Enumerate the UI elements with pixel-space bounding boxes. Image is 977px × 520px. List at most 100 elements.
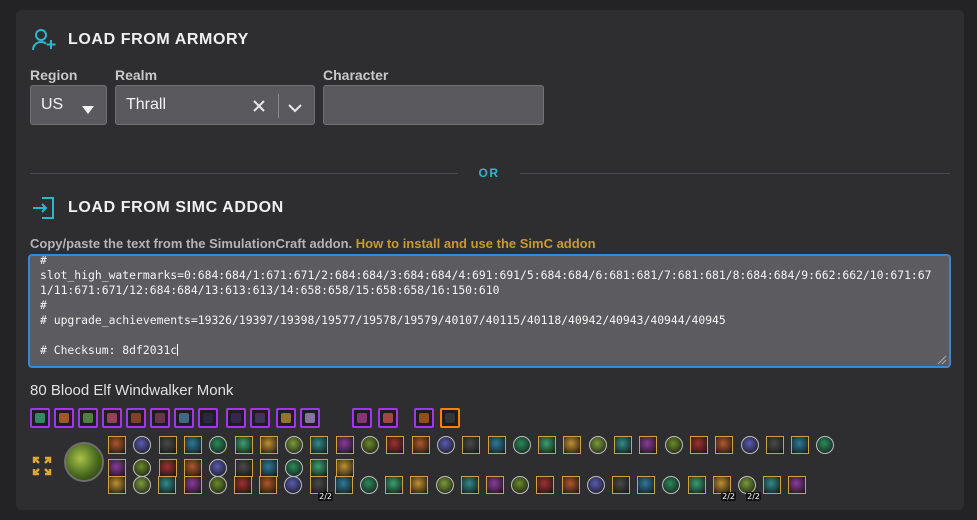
talent-icon[interactable]: 2/2 [310,476,333,501]
talent-icon[interactable] [538,436,556,454]
talent-icon[interactable] [235,459,253,477]
talent-icon[interactable] [360,476,378,494]
talent-icon[interactable] [184,436,202,454]
talent-icon[interactable] [235,436,253,454]
chevron-down-icon [82,101,94,119]
talent-icon[interactable] [410,476,428,494]
talent-icon[interactable] [741,436,759,454]
gear-slot-icon[interactable] [352,408,372,428]
expand-icon[interactable] [32,456,52,476]
gear-slot-icon[interactable] [198,408,218,428]
talent-icon[interactable] [209,476,227,494]
gear-slot-icon[interactable] [276,408,296,428]
talent-icon[interactable] [462,436,480,454]
realm-select[interactable]: Thrall [115,85,315,125]
talent-icon[interactable] [209,436,227,454]
talent-icon[interactable] [637,476,655,494]
talent-icon[interactable] [788,476,806,494]
talent-icon[interactable] [612,476,630,494]
talent-icon[interactable] [791,436,809,454]
talent-icon[interactable] [159,436,177,454]
talent-icon[interactable] [259,476,277,494]
region-label: Region [30,67,78,83]
talent-icon[interactable] [614,436,632,454]
talent-icon[interactable] [260,459,278,477]
talent-icon[interactable] [665,436,683,454]
talent-icon[interactable] [486,476,504,494]
talent-icon[interactable] [260,436,278,454]
gear-slot-icon[interactable] [300,408,320,428]
gear-slot-icon[interactable] [226,408,246,428]
talent-icon[interactable] [437,436,455,454]
talent-icon[interactable] [361,436,379,454]
talent-icon[interactable] [562,476,580,494]
gear-slot-icon[interactable] [54,408,74,428]
talent-icon[interactable] [816,436,834,454]
talent-icon[interactable] [310,436,328,454]
chevron-down-icon[interactable] [288,100,302,118]
talent-icon[interactable] [184,459,202,477]
talent-icon[interactable] [511,476,529,494]
talent-icon[interactable] [385,476,403,494]
region-select[interactable]: US [30,85,107,125]
gear-slot-icon[interactable] [414,408,434,428]
talent-icon[interactable] [184,476,202,494]
talent-icon[interactable] [563,436,581,454]
talent-icon[interactable] [513,436,531,454]
gear-slot-icon[interactable] [174,408,194,428]
gear-slot-icon[interactable] [150,408,170,428]
talent-icon[interactable] [158,476,176,494]
talent-icon[interactable] [285,459,303,477]
talent-icon[interactable] [639,436,657,454]
clear-icon[interactable] [253,99,265,117]
talent-icon[interactable] [488,436,506,454]
gear-slot-icon[interactable] [102,408,122,428]
gear-slot-icon[interactable] [126,408,146,428]
simc-instructions: Copy/paste the text from the SimulationC… [30,236,596,251]
simc-help-link[interactable]: How to install and use the SimC addon [356,236,596,251]
talent-icon[interactable] [108,436,126,454]
talent-icon[interactable] [461,476,479,494]
resize-handle-icon[interactable] [935,352,947,365]
talent-icon[interactable] [336,436,354,454]
talent-icon[interactable] [386,436,404,454]
talent-icon[interactable] [715,436,733,454]
talent-icon[interactable] [662,476,680,494]
talent-icon[interactable] [589,436,607,454]
talent-icon[interactable] [209,459,227,477]
talent-icon[interactable] [285,436,303,454]
simc-text: # slot_high_watermarks=0:684:684/1:671:6… [40,254,932,357]
divider-line-left [30,173,458,174]
talent-icon[interactable] [688,476,706,494]
talent-icon[interactable] [690,436,708,454]
talent-icon[interactable] [766,436,784,454]
talent-icon[interactable] [436,476,454,494]
talent-icon[interactable] [133,459,151,477]
talent-icon[interactable] [536,476,554,494]
talent-icon[interactable] [159,459,177,477]
talent-icon[interactable] [284,476,302,494]
gear-slot-icon[interactable] [30,408,50,428]
character-input[interactable] [323,85,544,125]
talent-icon[interactable] [133,436,151,454]
talent-icon[interactable]: 2/2 [738,476,761,501]
talent-icon[interactable] [335,476,353,494]
region-value: US [41,96,64,113]
talent-icon[interactable] [234,476,252,494]
talent-icon[interactable] [108,459,126,477]
talent-icon[interactable] [587,476,605,494]
gear-slot-icon[interactable] [250,408,270,428]
talent-icon[interactable] [763,476,781,494]
talent-icon[interactable]: 2/2 [713,476,736,501]
gear-slot-icon[interactable] [378,408,398,428]
talent-icon[interactable] [133,476,151,494]
talent-icon[interactable] [336,459,354,477]
gear-slot-icon[interactable] [78,408,98,428]
simc-textarea[interactable]: # slot_high_watermarks=0:684:684/1:671:6… [28,254,951,368]
talent-icon[interactable] [310,459,328,477]
talent-icon[interactable] [412,436,430,454]
realm-value: Thrall [126,96,167,113]
talent-icon[interactable] [108,476,126,494]
simc-section-header: LOAD FROM SIMC ADDON [30,194,284,222]
gear-slot-icon[interactable] [440,408,460,428]
